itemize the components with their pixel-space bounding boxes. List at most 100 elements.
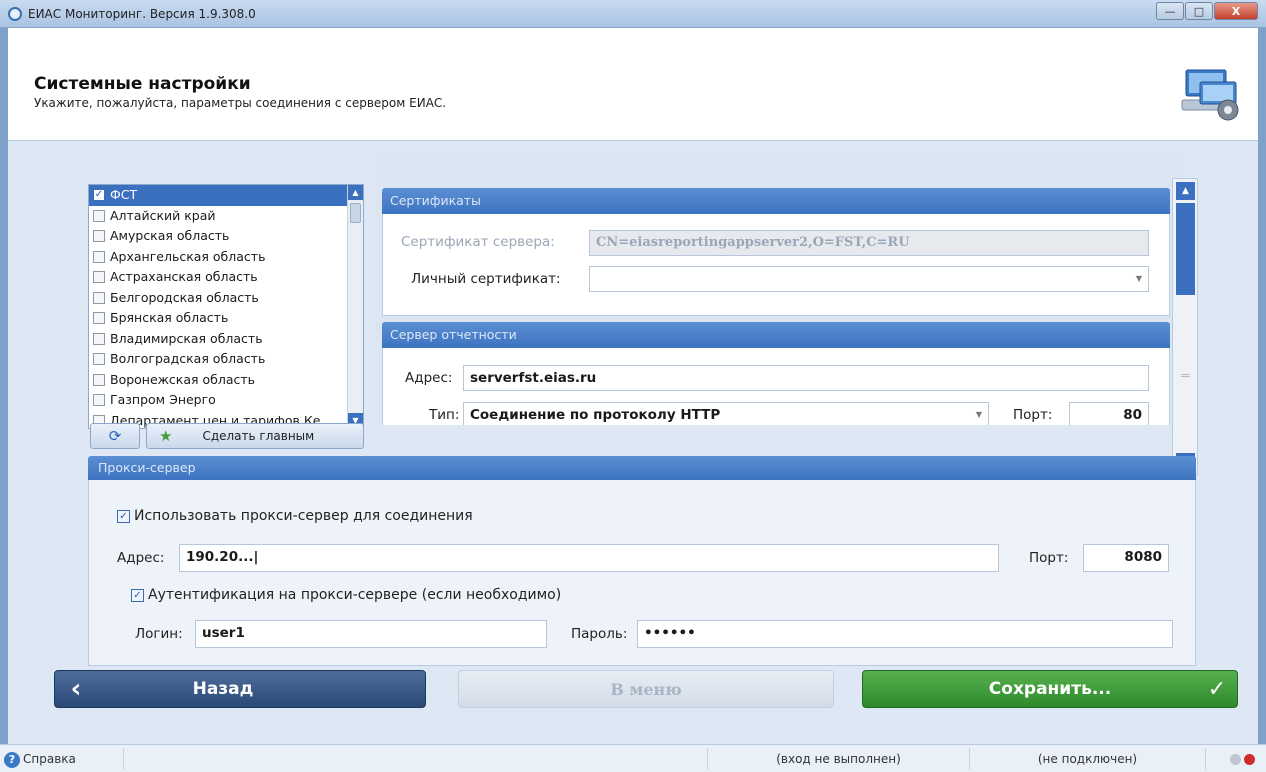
region-list-item[interactable]: ✓ ФСТ (89, 185, 363, 206)
region-list-item[interactable]: Амурская область (89, 226, 363, 247)
help-icon: ? (4, 751, 20, 768)
server-cert-label: Сертификат сервера: (401, 234, 555, 250)
proxy-address-value: 190.20... (186, 549, 254, 565)
close-button[interactable]: X (1214, 2, 1258, 20)
certificates-section: Сертификат сервера: CN=eiasreportingapps… (382, 214, 1170, 316)
checkbox-icon[interactable] (93, 332, 105, 345)
region-list-item[interactable]: Архангельская область (89, 247, 363, 268)
scroll-up-icon[interactable]: ▲ (348, 185, 363, 200)
proxy-port-input[interactable]: 8080 (1083, 544, 1169, 572)
report-type-select[interactable]: Соединение по протоколу HTTP ▼ (463, 402, 989, 425)
report-address-input[interactable]: serverfst.eias.ru (463, 365, 1149, 391)
report-server-header: Сервер отчетности (382, 322, 1170, 348)
text-cursor: | (253, 549, 259, 565)
checkmark-icon: ✓ (1207, 676, 1227, 702)
settings-panel: Сертификаты Сертификат сервера: CN=eiasr… (374, 150, 1186, 425)
app-icon (8, 6, 22, 21)
scroll-thumb[interactable] (1176, 203, 1195, 295)
window-client-area: Системные настройки Укажите, пожалуйста,… (8, 28, 1258, 772)
save-label: Сохранить... (988, 679, 1112, 699)
status-message (124, 748, 708, 770)
use-proxy-checkbox[interactable]: ✓ Использовать прокси-сервер для соедине… (117, 508, 473, 524)
server-cert-field: CN=eiasreportingappserver2,O=FST,C=RU (589, 230, 1149, 256)
proxy-auth-checkbox[interactable]: ✓ Аутентификация на прокси-сервере (если… (131, 587, 561, 603)
page-subtitle: Укажите, пожалуйста, параметры соединени… (34, 96, 447, 110)
personal-cert-select[interactable]: ▼ (589, 266, 1149, 292)
region-list-item[interactable]: Волгоградская область (89, 349, 363, 370)
report-type-value: Соединение по протоколу HTTP (470, 407, 721, 423)
minimize-button[interactable]: — (1156, 2, 1184, 20)
region-label: Белгородская область (110, 289, 259, 305)
report-type-label: Тип: (429, 407, 460, 423)
proxy-auth-label: Аутентификация на прокси-сервере (если н… (148, 587, 562, 603)
region-label: Алтайский край (110, 207, 216, 223)
back-label: Назад (192, 679, 254, 699)
scroll-grip (1181, 374, 1190, 377)
region-list[interactable]: ✓ ФСТ Алтайский край Амурская область Арханг… (88, 184, 364, 429)
checkbox-icon[interactable] (93, 250, 105, 263)
proxy-address-input[interactable]: 190.20...| (179, 544, 999, 572)
region-label: Брянская область (110, 310, 229, 326)
login-input[interactable]: user1 (195, 620, 547, 648)
login-status-text: (вход не выполнен) (776, 752, 901, 766)
login-label: Логин: (135, 626, 183, 642)
region-list-item[interactable]: Астраханская область (89, 267, 363, 288)
scroll-up-icon[interactable]: ▲ (1176, 182, 1195, 200)
region-list-item[interactable]: Белгородская область (89, 288, 363, 309)
region-list-item[interactable]: Брянская область (89, 308, 363, 329)
checkbox-checked-icon: ✓ (117, 509, 130, 523)
server-settings-icon (1181, 69, 1239, 121)
status-indicator-red-icon (1244, 754, 1255, 765)
region-label: Воронежская область (110, 371, 256, 387)
region-list-item[interactable]: Владимирская область (89, 329, 363, 350)
checkbox-icon[interactable] (93, 394, 105, 407)
save-button[interactable]: Сохранить... ✓ (862, 670, 1238, 708)
window-title-bar: ЕИАС Мониторинг. Версия 1.9.308.0 — □ X (0, 0, 1266, 28)
personal-cert-label: Личный сертификат: (411, 271, 561, 287)
maximize-button[interactable]: □ (1185, 2, 1213, 20)
use-proxy-label: Использовать прокси-сервер для соединени… (134, 508, 473, 524)
region-list-item[interactable]: Газпром Энерго (89, 390, 363, 411)
connection-status: (не подключен) (970, 748, 1206, 770)
checkbox-icon[interactable] (93, 373, 105, 386)
report-port-input[interactable]: 80 (1069, 402, 1149, 425)
refresh-button[interactable]: ⟳ (90, 423, 140, 449)
chevron-down-icon: ▼ (1135, 274, 1142, 283)
checkbox-icon[interactable] (93, 353, 105, 366)
checkbox-checked-icon: ✓ (131, 588, 144, 602)
checkbox-icon[interactable] (93, 291, 105, 304)
status-indicator-grey-icon (1230, 754, 1241, 765)
checkbox-icon[interactable] (93, 209, 105, 222)
region-list-item[interactable]: Воронежская область (89, 370, 363, 391)
menu-button[interactable]: В меню (458, 670, 834, 708)
certificates-header: Сертификаты (382, 188, 1170, 214)
proxy-section: ✓ Использовать прокси-сервер для соедине… (88, 480, 1196, 666)
make-main-label: Сделать главным (202, 429, 315, 443)
back-button[interactable]: ‹ Назад (54, 670, 426, 708)
checkbox-icon[interactable] (93, 312, 105, 325)
proxy-port-label: Порт: (1029, 550, 1069, 566)
region-list-item[interactable]: Алтайский край (89, 206, 363, 227)
report-address-label: Адрес: (405, 370, 453, 386)
star-icon: ★ (159, 427, 173, 445)
region-label: Газпром Энерго (110, 392, 216, 408)
password-label: Пароль: (571, 626, 628, 642)
arrow-left-icon: ‹ (70, 674, 82, 704)
region-list-scrollbar[interactable]: ▲ ▼ (347, 185, 363, 428)
report-port-label: Порт: (1013, 407, 1053, 423)
help-link[interactable]: ? Справка (0, 748, 124, 770)
help-label: Справка (23, 752, 76, 766)
password-input[interactable]: •••••• (637, 620, 1173, 648)
checkbox-icon[interactable] (93, 271, 105, 284)
region-label: Астраханская область (110, 269, 258, 285)
region-label: ФСТ (110, 187, 138, 203)
page-header: Системные настройки Укажите, пожалуйста,… (8, 28, 1258, 141)
status-bar: ? Справка (вход не выполнен) (не подключе… (0, 744, 1266, 772)
checkbox-checked-icon[interactable]: ✓ (93, 189, 105, 202)
connection-status-text: (не подключен) (1037, 752, 1138, 766)
settings-scrollbar[interactable]: ▲ ▼ (1172, 178, 1198, 475)
checkbox-icon[interactable] (93, 230, 105, 243)
proxy-address-label: Адрес: (117, 550, 165, 566)
scroll-thumb[interactable] (350, 203, 361, 223)
make-main-button[interactable]: ★ Сделать главным (146, 423, 364, 449)
